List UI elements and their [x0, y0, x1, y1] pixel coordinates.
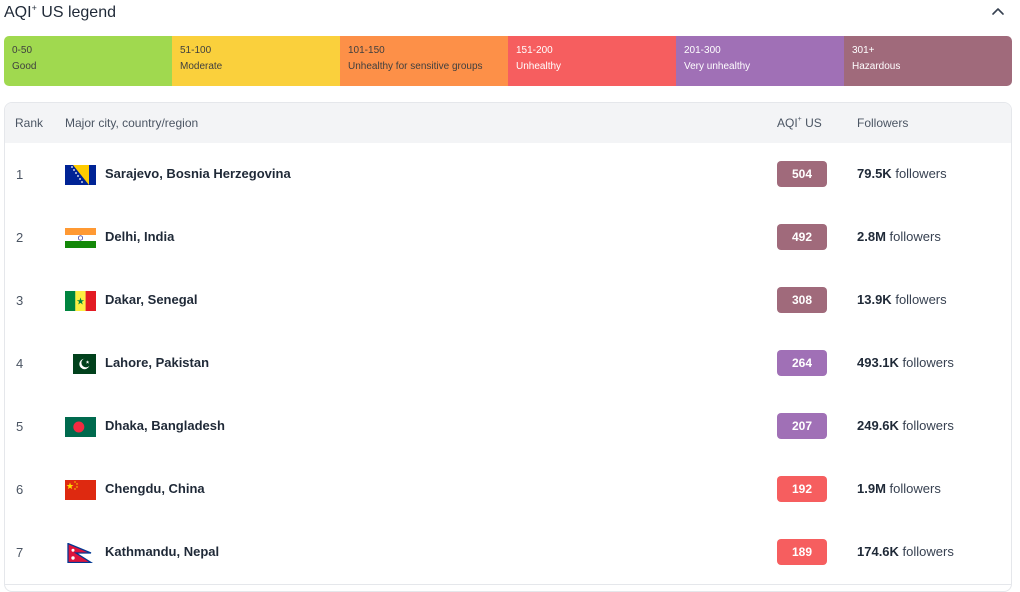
legend-label: Hazardous [852, 61, 901, 72]
legend-header[interactable]: AQI+ US legend [4, 0, 1016, 28]
legend-segment: 101-150 Unhealthy for sensitive groups [340, 36, 508, 86]
table-row[interactable]: 3 Dakar, Senegal 308 13.9K followers [5, 269, 1011, 333]
followers-count: 493.1K followers [857, 355, 954, 370]
rank-cell: 4 [16, 356, 24, 371]
legend-label: Unhealthy for sensitive groups [348, 61, 483, 72]
aqi-legend-bar: 0-50 Good 51-100 Moderate 101-150 Unhealthy f… [4, 36, 1012, 86]
rank-cell: 3 [16, 293, 24, 308]
aqi-badge: 504 [777, 161, 827, 187]
aqi-badge: 189 [777, 539, 827, 565]
legend-range: 201-300 [684, 45, 721, 56]
rank-cell: 5 [16, 419, 24, 434]
bosnia-flag-icon [65, 165, 96, 185]
legend-range: 101-150 [348, 45, 385, 56]
rank-cell: 7 [16, 545, 24, 560]
aqi-badge: 192 [777, 476, 827, 502]
senegal-flag-icon [65, 291, 96, 311]
india-flag-icon [65, 228, 96, 248]
legend-range: 151-200 [516, 45, 553, 56]
legend-segment: 301+ Hazardous [844, 36, 1012, 86]
header-aqi: AQI+ US [777, 116, 822, 130]
city-link[interactable]: Sarajevo, Bosnia Herzegovina [105, 166, 291, 181]
table-header: Rank Major city, country/region AQI+ US … [5, 103, 1011, 144]
legend-range: 51-100 [180, 45, 212, 56]
city-link[interactable]: Delhi, India [105, 229, 174, 244]
city-link[interactable]: Lahore, Pakistan [105, 355, 209, 370]
legend-range: 301+ [852, 45, 875, 56]
rank-cell: 6 [16, 482, 24, 497]
china-flag-icon [65, 480, 96, 500]
legend-label: Good [12, 61, 37, 72]
city-link[interactable]: Dhaka, Bangladesh [105, 418, 225, 433]
city-link[interactable]: Kathmandu, Nepal [105, 544, 219, 559]
header-city: Major city, country/region [65, 116, 199, 130]
aqi-badge: 207 [777, 413, 827, 439]
collapse-chevron-up-icon[interactable] [988, 2, 1008, 22]
followers-count: 249.6K followers [857, 418, 954, 433]
legend-segment: 201-300 Very unhealthy [676, 36, 844, 86]
table-row[interactable]: 6 Chengdu, China 192 1.9M followers [5, 458, 1011, 522]
followers-count: 174.6K followers [857, 544, 954, 559]
followers-count: 1.9M followers [857, 481, 941, 496]
table-row[interactable]: 4 Lahore, Pakistan 264 493.1K followers [5, 332, 1011, 396]
table-row[interactable]: 1 Sarajevo, Bosnia Herzegovina 504 79.5K fo… [5, 143, 1011, 207]
table-row[interactable]: 5 Dhaka, Bangladesh 207 249.6K followers [5, 395, 1011, 459]
legend-segment: 0-50 Good [4, 36, 172, 86]
header-followers: Followers [857, 116, 909, 130]
legend-range: 0-50 [12, 45, 33, 56]
bangladesh-flag-icon [65, 417, 96, 437]
aqi-badge: 492 [777, 224, 827, 250]
legend-label: Very unhealthy [684, 61, 751, 72]
pakistan-flag-icon [65, 354, 96, 374]
city-link[interactable]: Chengdu, China [105, 481, 205, 496]
city-link[interactable]: Dakar, Senegal [105, 292, 198, 307]
city-ranking-table: Rank Major city, country/region AQI+ US … [4, 102, 1012, 592]
rank-cell: 1 [16, 167, 24, 182]
header-rank: Rank [15, 116, 44, 130]
followers-count: 79.5K followers [857, 166, 947, 181]
legend-title: AQI+ US legend [4, 3, 116, 21]
legend-label: Unhealthy [516, 61, 562, 72]
followers-count: 2.8M followers [857, 229, 941, 244]
aqi-badge: 308 [777, 287, 827, 313]
aqi-badge: 264 [777, 350, 827, 376]
legend-segment: 51-100 Moderate [172, 36, 340, 86]
legend-segment: 151-200 Unhealthy [508, 36, 676, 86]
table-row[interactable]: 2 Delhi, India 492 2.8M followers [5, 206, 1011, 270]
nepal-flag-icon [65, 542, 96, 564]
legend-label: Moderate [180, 61, 223, 72]
table-row[interactable]: 7 Kathmandu, Nepal 189 174.6K followers [5, 521, 1011, 585]
followers-count: 13.9K followers [857, 292, 947, 307]
rank-cell: 2 [16, 230, 24, 245]
